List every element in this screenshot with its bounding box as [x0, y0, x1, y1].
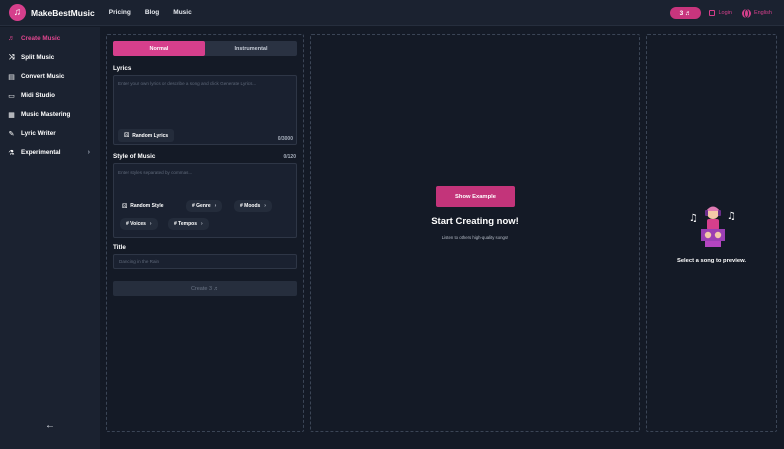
sidebar-item-music-mastering[interactable]: ▦ Music Mastering [0, 105, 100, 124]
brand-logo[interactable]: ♫ MakeBestMusic [9, 4, 95, 21]
listen-subtext: Listen to others high-quality songs! [441, 235, 509, 240]
login-icon [709, 10, 716, 16]
random-lyrics-label: Random Lyrics [132, 132, 169, 139]
random-style-label: Random Style [130, 203, 164, 209]
lyrics-label: Lyrics [113, 65, 132, 72]
chevron-right-icon: › [149, 221, 152, 227]
sidebar-item-label: Convert Music [21, 73, 65, 80]
flask-icon: ⚗ [8, 149, 15, 157]
brand-name: MakeBestMusic [31, 7, 95, 18]
moods-chip-label: # Moods [240, 203, 261, 209]
mode-toggle: Normal Instrumental [113, 41, 297, 56]
logo-music-icon: ♫ [9, 4, 26, 21]
language-label: English [753, 10, 772, 16]
sidebar-item-label: Split Music [21, 54, 55, 61]
title-label: Title [113, 244, 126, 251]
sidebar-item-lyric-writer[interactable]: ✎ Lyric Writer [0, 124, 100, 143]
random-style-button[interactable]: ⚄ Random Style [118, 200, 168, 212]
nav-pricing[interactable]: Pricing [109, 9, 131, 16]
convert-icon: ▤ [8, 73, 15, 81]
genre-chip-label: # Genre [192, 203, 211, 209]
style-placeholder: Enter styles separated by commas... [118, 170, 193, 175]
sidebar-item-create-music[interactable]: ♬ Create Music [0, 29, 100, 48]
random-lyrics-button[interactable]: ⚄ Random Lyrics [118, 129, 175, 142]
nav-music[interactable]: Music [173, 9, 191, 16]
moods-chip[interactable]: # Moods › [234, 200, 272, 212]
style-label: Style of Music [113, 153, 156, 160]
start-creating-heading: Start Creating now! [431, 216, 519, 227]
sidebar-item-label: Experimental [21, 149, 61, 156]
svg-text:♫: ♫ [689, 213, 698, 224]
style-count: 0/120 [283, 154, 296, 160]
title-input[interactable]: Dancing in the Rain [113, 254, 297, 269]
voices-chip[interactable]: # Voices › [120, 218, 158, 230]
sidebar-item-experimental[interactable]: ⚗ Experimental › [0, 143, 100, 162]
sidebar-item-convert-music[interactable]: ▤ Convert Music [0, 67, 100, 86]
chevron-right-icon: › [87, 149, 90, 156]
login-label: Login [718, 10, 732, 16]
login-button[interactable]: Login [709, 10, 732, 16]
dj-mascot-icon: ♫ ♫ [689, 206, 736, 247]
sidebar-item-label: Create Music [21, 35, 61, 42]
tempos-chip-label: # Tempos [174, 221, 197, 227]
sidebar-item-split-music[interactable]: ⤨ Split Music [0, 48, 100, 67]
tempos-chip[interactable]: # Tempos › [168, 218, 209, 230]
credits-badge[interactable]: 3 ♬ [669, 7, 702, 19]
create-form-panel: Normal Instrumental Lyrics Enter your ow… [106, 34, 304, 432]
sidebar-item-label: Midi Studio [21, 92, 55, 99]
globe-icon [741, 8, 751, 18]
sidebar-item-label: Lyric Writer [21, 130, 56, 137]
mode-normal-tab[interactable]: Normal [113, 41, 205, 56]
show-example-button[interactable]: Show Example [436, 186, 515, 207]
top-bar: ♫ MakeBestMusic Pricing Blog Music 3 ♬ L… [0, 0, 784, 26]
music-note-icon: ♬ [8, 35, 15, 42]
chevron-right-icon: › [264, 203, 266, 209]
title-placeholder: Dancing in the Rain [119, 259, 160, 264]
style-input[interactable]: Enter styles separated by commas... ⚄ Ra… [113, 163, 297, 238]
main-nav: Pricing Blog Music [109, 9, 206, 16]
dice-icon: ⚄ [124, 133, 130, 139]
voices-chip-label: # Voices [126, 221, 146, 227]
language-selector[interactable]: English [741, 8, 772, 18]
svg-text:♫: ♫ [727, 211, 736, 222]
dice-icon: ⚄ [122, 203, 128, 210]
sidebar-item-label: Music Mastering [21, 111, 71, 118]
mastering-icon: ▦ [8, 111, 15, 119]
lyric-icon: ✎ [8, 130, 15, 138]
chevron-right-icon: › [200, 221, 203, 227]
lyrics-count: 0/3000 [277, 136, 293, 142]
lyrics-input[interactable]: Enter your own lyrics or describe a song… [113, 75, 297, 145]
preview-panel: ♫ ♫ Select a song to preview. [646, 34, 777, 432]
split-icon: ⤨ [8, 53, 15, 61]
genre-chip[interactable]: # Genre › [186, 200, 223, 212]
create-button[interactable]: Create 3 ♬ [113, 281, 297, 296]
lyrics-placeholder: Enter your own lyrics or describe a song… [118, 81, 257, 86]
sidebar: ♬ Create Music ⤨ Split Music ▤ Convert M… [0, 27, 100, 449]
select-song-text: Select a song to preview. [676, 258, 747, 264]
collapse-sidebar-button[interactable]: ← [45, 420, 55, 431]
chevron-right-icon: › [214, 203, 217, 209]
mode-instrumental-tab[interactable]: Instrumental [205, 41, 297, 56]
nav-blog[interactable]: Blog [145, 9, 159, 16]
header-actions: 3 ♬ Login English [669, 0, 772, 26]
songs-panel: Show Example Start Creating now! Listen … [310, 34, 640, 432]
sidebar-item-midi-studio[interactable]: ▭ Midi Studio [0, 86, 100, 105]
midi-icon: ▭ [8, 92, 15, 100]
